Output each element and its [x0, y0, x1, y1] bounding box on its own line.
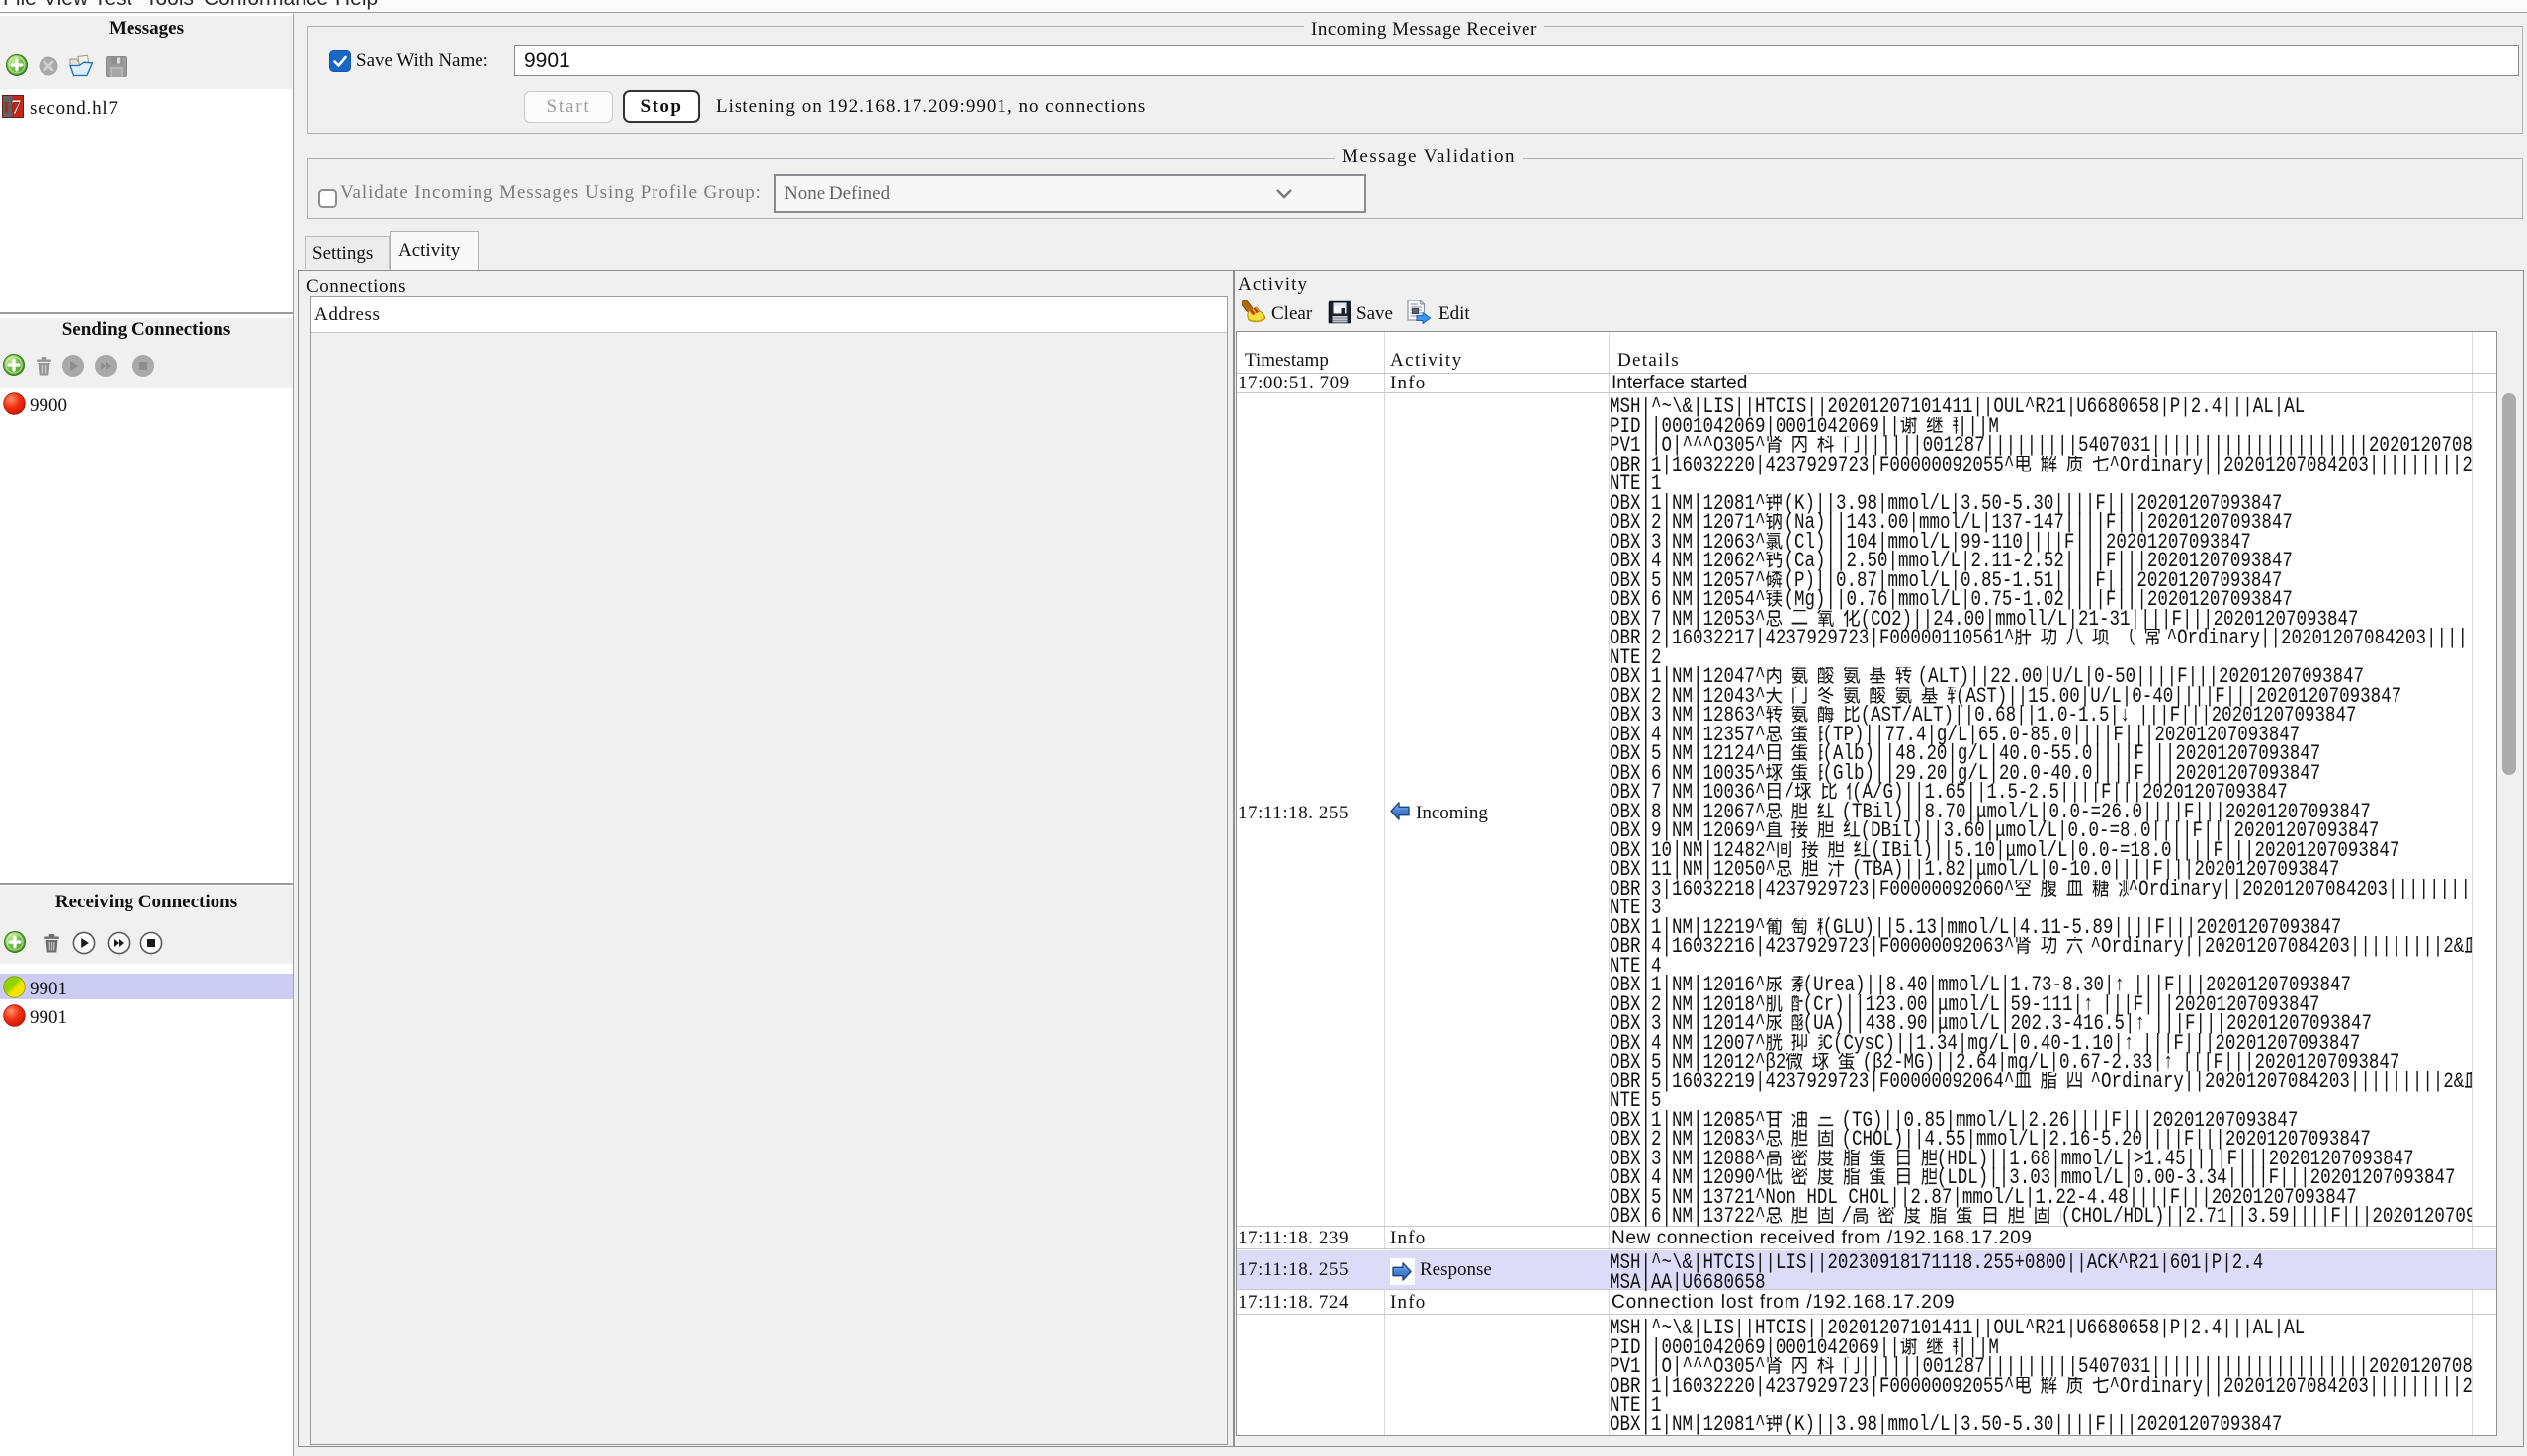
svg-text:7: 7: [11, 95, 22, 118]
